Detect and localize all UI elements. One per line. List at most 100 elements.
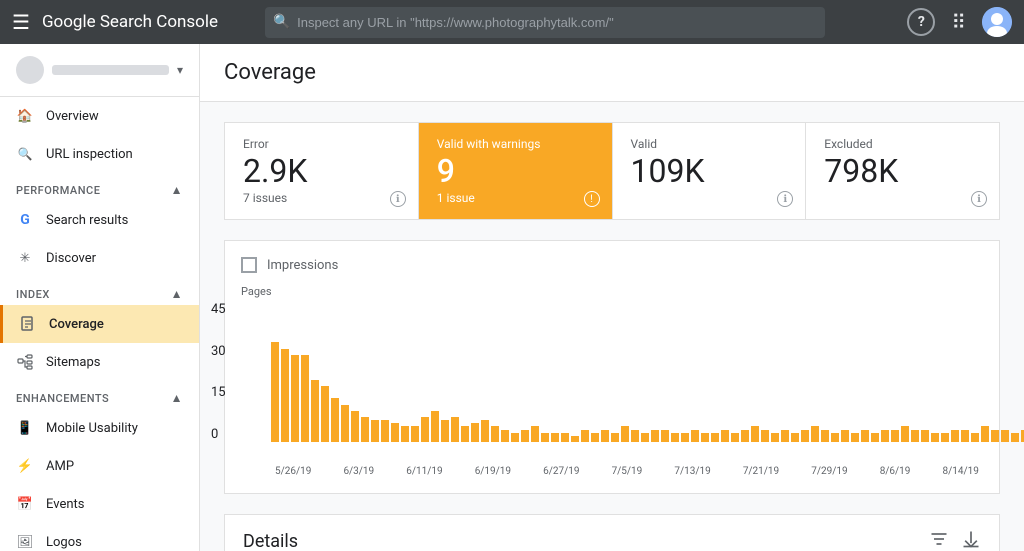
sidebar-item-coverage[interactable]: Coverage xyxy=(0,305,199,343)
chart-bar[interactable] xyxy=(871,433,879,442)
chart-bar[interactable] xyxy=(301,355,309,442)
chart-bar[interactable] xyxy=(791,433,799,442)
chart-bar[interactable] xyxy=(631,430,639,442)
chart-bar[interactable] xyxy=(461,426,469,442)
chart-bar[interactable] xyxy=(771,433,779,442)
sidebar-item-search-results[interactable]: G Search results xyxy=(0,201,199,239)
chart-bar[interactable] xyxy=(661,430,669,442)
sidebar-item-sitemaps[interactable]: Sitemaps xyxy=(0,343,199,381)
chart-bar[interactable] xyxy=(911,430,919,442)
info-icon[interactable]: ℹ xyxy=(777,191,793,207)
chart-bar[interactable] xyxy=(451,417,459,442)
chart-bar[interactable] xyxy=(291,355,299,442)
chart-bar[interactable] xyxy=(371,420,379,442)
sidebar-account[interactable]: ▾ xyxy=(0,44,199,97)
chart-bar[interactable] xyxy=(901,426,909,442)
stat-card-valid[interactable]: Valid 109K ℹ xyxy=(613,123,807,219)
chart-bar[interactable] xyxy=(411,426,419,442)
stat-card-valid-warnings[interactable]: Valid with warnings 9 1 issue ! xyxy=(419,123,613,219)
info-icon[interactable]: ℹ xyxy=(971,191,987,207)
chart-bar[interactable] xyxy=(781,430,789,442)
chart-bar[interactable] xyxy=(561,433,569,442)
chart-bar[interactable] xyxy=(361,417,369,442)
info-icon[interactable]: ℹ xyxy=(390,191,406,207)
sidebar-item-discover[interactable]: ✳ Discover xyxy=(0,239,199,277)
chart-bar[interactable] xyxy=(651,430,659,442)
chart-bar[interactable] xyxy=(551,433,559,442)
chart-bar[interactable] xyxy=(541,433,549,442)
chart-bar[interactable] xyxy=(501,430,509,442)
chart-bar[interactable] xyxy=(641,433,649,442)
impressions-checkbox[interactable] xyxy=(241,257,257,273)
chart-bar[interactable] xyxy=(811,426,819,442)
chart-bar[interactable] xyxy=(321,386,329,442)
sidebar-item-overview[interactable]: 🏠 Overview xyxy=(0,97,199,135)
chart-bar[interactable] xyxy=(421,417,429,442)
chart-bar[interactable] xyxy=(521,430,529,442)
chart-bar[interactable] xyxy=(381,420,389,442)
chart-bar[interactable] xyxy=(701,433,709,442)
chart-bar[interactable] xyxy=(491,426,499,442)
chart-bar[interactable] xyxy=(511,433,519,442)
chart-bar[interactable] xyxy=(311,380,319,442)
chart-bar[interactable] xyxy=(941,433,949,442)
chart-bar[interactable] xyxy=(831,433,839,442)
chart-bar[interactable] xyxy=(841,430,849,442)
menu-icon[interactable]: ☰ xyxy=(12,10,30,34)
filter-icon[interactable] xyxy=(929,529,949,551)
info-icon[interactable]: ! xyxy=(584,191,600,207)
chart-bar[interactable] xyxy=(751,426,759,442)
apps-icon[interactable]: ⠿ xyxy=(951,10,966,34)
sidebar-item-url-inspection[interactable]: 🔍 URL inspection xyxy=(0,135,199,173)
sidebar-item-amp[interactable]: ⚡ AMP xyxy=(0,447,199,485)
chart-bar[interactable] xyxy=(761,430,769,442)
sidebar-item-logos[interactable]: 🖼 Logos xyxy=(0,523,199,551)
chart-bar[interactable] xyxy=(581,430,589,442)
chart-bar[interactable] xyxy=(351,411,359,442)
chart-bar[interactable] xyxy=(281,349,289,442)
chart-bar[interactable] xyxy=(711,433,719,442)
chart-bar[interactable] xyxy=(981,426,989,442)
chart-bar[interactable] xyxy=(471,423,479,442)
chart-bar[interactable] xyxy=(591,433,599,442)
sidebar-item-events[interactable]: 📅 Events xyxy=(0,485,199,523)
chart-bar[interactable] xyxy=(821,430,829,442)
chart-bar[interactable] xyxy=(331,398,339,442)
chart-bar[interactable] xyxy=(671,433,679,442)
chart-bar[interactable] xyxy=(801,430,809,442)
search-input[interactable] xyxy=(265,7,825,38)
chart-bar[interactable] xyxy=(681,433,689,442)
chart-bar[interactable] xyxy=(481,420,489,442)
chart-bar[interactable] xyxy=(1001,430,1009,442)
chart-bar[interactable] xyxy=(931,433,939,442)
chart-bar[interactable] xyxy=(691,430,699,442)
chart-bar[interactable] xyxy=(891,430,899,442)
chart-bar[interactable] xyxy=(861,430,869,442)
sidebar-item-mobile-usability[interactable]: 📱 Mobile Usability xyxy=(0,409,199,447)
chart-bar[interactable] xyxy=(881,430,889,442)
chart-bar[interactable] xyxy=(921,430,929,442)
chart-bar[interactable] xyxy=(341,405,349,442)
download-icon[interactable] xyxy=(961,529,981,551)
chart-bar[interactable] xyxy=(971,433,979,442)
stat-card-excluded[interactable]: Excluded 798K ℹ xyxy=(806,123,999,219)
chart-bar[interactable] xyxy=(611,433,619,442)
chart-bar[interactable] xyxy=(721,430,729,442)
chart-bar[interactable] xyxy=(741,430,749,442)
chart-bar[interactable] xyxy=(431,411,439,442)
chart-bar[interactable] xyxy=(851,433,859,442)
chart-bar[interactable] xyxy=(961,430,969,442)
chart-bar[interactable] xyxy=(271,342,279,442)
chart-bar[interactable] xyxy=(991,430,999,442)
chart-bar[interactable] xyxy=(391,423,399,442)
chart-bar[interactable] xyxy=(571,436,579,442)
chart-bar[interactable] xyxy=(601,430,609,442)
chart-bar[interactable] xyxy=(401,426,409,442)
avatar[interactable] xyxy=(982,7,1012,37)
stat-card-error[interactable]: Error 2.9K 7 issues ℹ xyxy=(225,123,419,219)
help-icon[interactable]: ? xyxy=(907,8,935,36)
chart-bar[interactable] xyxy=(951,430,959,442)
chart-bar[interactable] xyxy=(621,426,629,442)
chart-bar[interactable] xyxy=(531,426,539,442)
chart-bar[interactable] xyxy=(1011,433,1019,442)
